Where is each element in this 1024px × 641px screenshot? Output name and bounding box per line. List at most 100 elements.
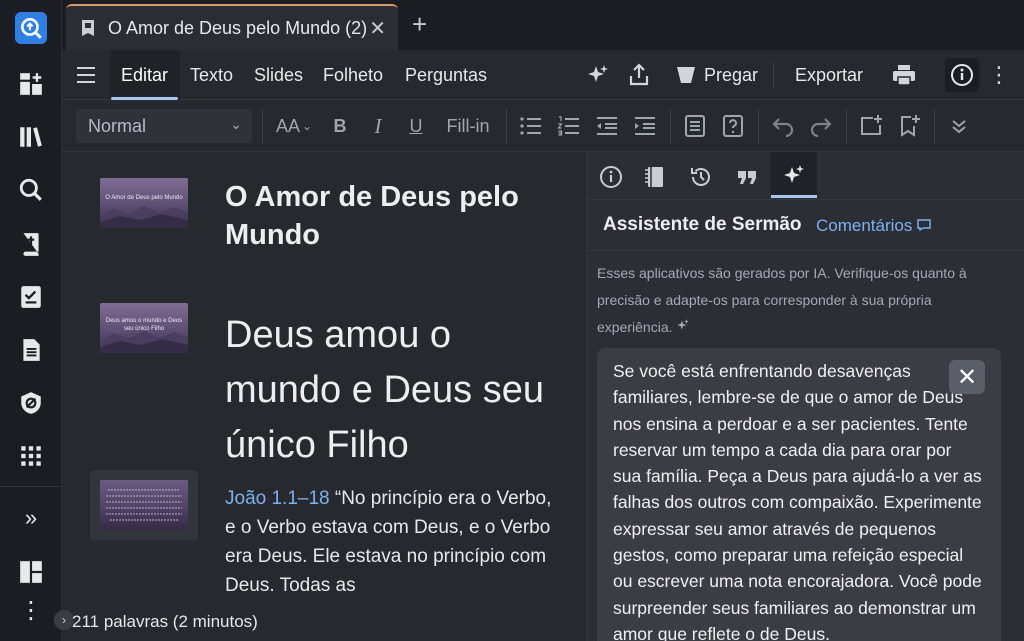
word-count: 211 palavras (2 minutos) xyxy=(72,612,258,631)
toolbar-divider xyxy=(758,108,759,144)
close-tab-icon[interactable]: ✕ xyxy=(369,16,386,41)
print-icon[interactable] xyxy=(892,50,916,100)
tab-perguntas[interactable]: Perguntas xyxy=(405,50,487,100)
document-icon[interactable] xyxy=(15,334,47,366)
verse-paragraph[interactable]: João 1.1–18 “No princípio era o Verbo, e… xyxy=(225,484,555,600)
numbered-list-icon[interactable] xyxy=(556,113,582,139)
new-tab-button[interactable]: + xyxy=(412,10,427,38)
document-tab-icon xyxy=(82,20,94,36)
tab-editar[interactable]: Editar xyxy=(110,50,179,100)
toolbar-divider xyxy=(934,108,935,144)
font-size-label: AA xyxy=(275,115,300,136)
comment-icon xyxy=(917,219,931,232)
search-icon[interactable] xyxy=(15,174,47,206)
expand-icon[interactable]: » xyxy=(15,502,47,534)
search-app-icon[interactable] xyxy=(15,12,47,44)
slide-thumbnail-text: O Amor de Deus pelo Mundo xyxy=(105,195,183,201)
notes-tab-icon[interactable] xyxy=(637,162,673,192)
left-rail: » ⋮ xyxy=(0,0,62,641)
more-glyph: ⋮ xyxy=(19,596,43,624)
layout-icon[interactable] xyxy=(15,556,47,588)
history-tab-icon[interactable] xyxy=(683,162,719,192)
info-tab-icon[interactable] xyxy=(593,162,629,192)
tab-bar: O Amor de Deus pelo Mundo (2) ✕ + xyxy=(62,0,1024,50)
undo-icon[interactable] xyxy=(770,113,796,139)
document-tab[interactable]: O Amor de Deus pelo Mundo (2) ✕ xyxy=(66,4,398,50)
sparkle-icon xyxy=(677,319,690,330)
dashboard-add-icon[interactable] xyxy=(15,68,47,100)
toolbar-divider xyxy=(773,62,774,88)
main-panel: Editar Texto Slides Folheto Perguntas Pr… xyxy=(54,50,1024,641)
main-toolbar: Editar Texto Slides Folheto Perguntas Pr… xyxy=(62,50,1024,100)
sermon-editor[interactable]: O Amor de Deus pelo Mundo O Amor de Deus… xyxy=(62,152,586,602)
paragraph-style-select[interactable]: Normal ⌄ xyxy=(76,109,252,143)
checklist-icon[interactable] xyxy=(15,281,47,313)
sermon-point-text[interactable]: Deus amou o mundo e Deus seu único Filho xyxy=(225,308,575,473)
suggestion-card: Se você está enfrentando desavenças fami… xyxy=(597,348,1001,641)
preach-button[interactable]: Pregar xyxy=(676,50,758,100)
comments-link[interactable]: Comentários xyxy=(816,216,931,236)
comments-link-label: Comentários xyxy=(816,216,913,235)
tab-folheto[interactable]: Folheto xyxy=(323,50,383,100)
close-suggestion-icon[interactable]: ✕ xyxy=(949,360,985,394)
toolbar-divider xyxy=(846,108,847,144)
redo-icon[interactable] xyxy=(808,113,834,139)
pulpit-icon xyxy=(677,67,695,83)
underline-button[interactable]: U xyxy=(404,113,428,139)
share-icon[interactable] xyxy=(628,50,650,100)
outdent-icon[interactable] xyxy=(594,113,620,139)
slide-thumbnail[interactable]: Deus amou o mundo e Deus seu único Filho xyxy=(100,303,188,353)
more-options-icon[interactable]: ⋮ xyxy=(988,50,1010,100)
hamburger-icon[interactable] xyxy=(76,50,96,100)
indent-icon[interactable] xyxy=(632,113,658,139)
bold-button[interactable]: B xyxy=(328,113,352,139)
more-icon[interactable]: ⋮ xyxy=(15,594,47,626)
expand-glyph: » xyxy=(24,505,38,530)
sermon-assistant-panel: Assistente de Sermão Comentários Esses a… xyxy=(586,152,1024,641)
status-bar: › 211 palavras (2 minutos) xyxy=(54,602,586,641)
chevron-right-icon[interactable]: › xyxy=(54,610,74,630)
add-bookmark-icon[interactable] xyxy=(896,113,922,139)
slide-verse-lines xyxy=(106,489,182,521)
info-icon[interactable] xyxy=(945,58,979,92)
apps-grid-icon[interactable] xyxy=(15,440,47,472)
tab-texto[interactable]: Texto xyxy=(190,50,233,100)
assistant-tab-sparkle-icon[interactable] xyxy=(771,152,817,198)
ai-disclaimer-text: Esses aplicativos são gerados por IA. Ve… xyxy=(597,265,967,335)
paragraph-style-value: Normal xyxy=(88,115,147,136)
italic-button[interactable]: I xyxy=(366,113,390,139)
suggestion-text: Se você está enfrentando desavenças fami… xyxy=(613,361,982,641)
library-icon[interactable] xyxy=(15,121,47,153)
panel-title: Assistente de Sermão xyxy=(603,214,802,235)
font-size-button[interactable]: AA ⌄ xyxy=(274,113,314,139)
bulleted-list-icon[interactable] xyxy=(518,113,544,139)
sermon-heading[interactable]: O Amor de Deus pelo Mundo xyxy=(225,178,565,254)
add-slide-icon[interactable] xyxy=(858,113,884,139)
collapse-toolbar-icon[interactable] xyxy=(946,113,972,139)
toolbar-divider xyxy=(670,108,671,144)
toolbar-divider xyxy=(262,108,263,144)
rail-divider xyxy=(0,486,62,487)
ai-sparkle-icon[interactable] xyxy=(586,50,610,100)
bible-icon[interactable] xyxy=(15,228,47,260)
ai-disclaimer: Esses aplicativos são gerados por IA. Ve… xyxy=(597,260,1007,341)
panel-header-divider xyxy=(587,250,1024,251)
tab-title: O Amor de Deus pelo Mundo (2) xyxy=(108,17,368,38)
chevron-down-icon: ⌄ xyxy=(230,116,242,132)
fill-in-button[interactable]: Fill-in xyxy=(444,113,492,139)
app-window: » ⋮ O Amor de Deus pelo Mundo (2) ✕ + Ed… xyxy=(0,0,1024,641)
quotes-tab-icon[interactable] xyxy=(729,162,765,192)
slide-thumbnail[interactable]: O Amor de Deus pelo Mundo xyxy=(100,178,188,228)
text-box-icon[interactable] xyxy=(682,113,708,139)
tab-slides[interactable]: Slides xyxy=(254,50,303,100)
format-toolbar: Normal ⌄ AA ⌄ B I U Fill-in xyxy=(62,100,1024,152)
shield-icon[interactable] xyxy=(15,387,47,419)
export-button[interactable]: Exportar xyxy=(795,50,863,100)
question-box-icon[interactable] xyxy=(720,113,746,139)
verse-reference-link[interactable]: João 1.1–18 xyxy=(225,488,330,509)
toolbar-divider xyxy=(506,108,507,144)
panel-tabs-divider xyxy=(587,199,1024,200)
preach-label: Pregar xyxy=(704,64,759,85)
slide-thumbnail-text: Deus amou o mundo e Deus seu único Filho xyxy=(105,318,183,332)
slide-thumbnail[interactable] xyxy=(100,480,188,530)
